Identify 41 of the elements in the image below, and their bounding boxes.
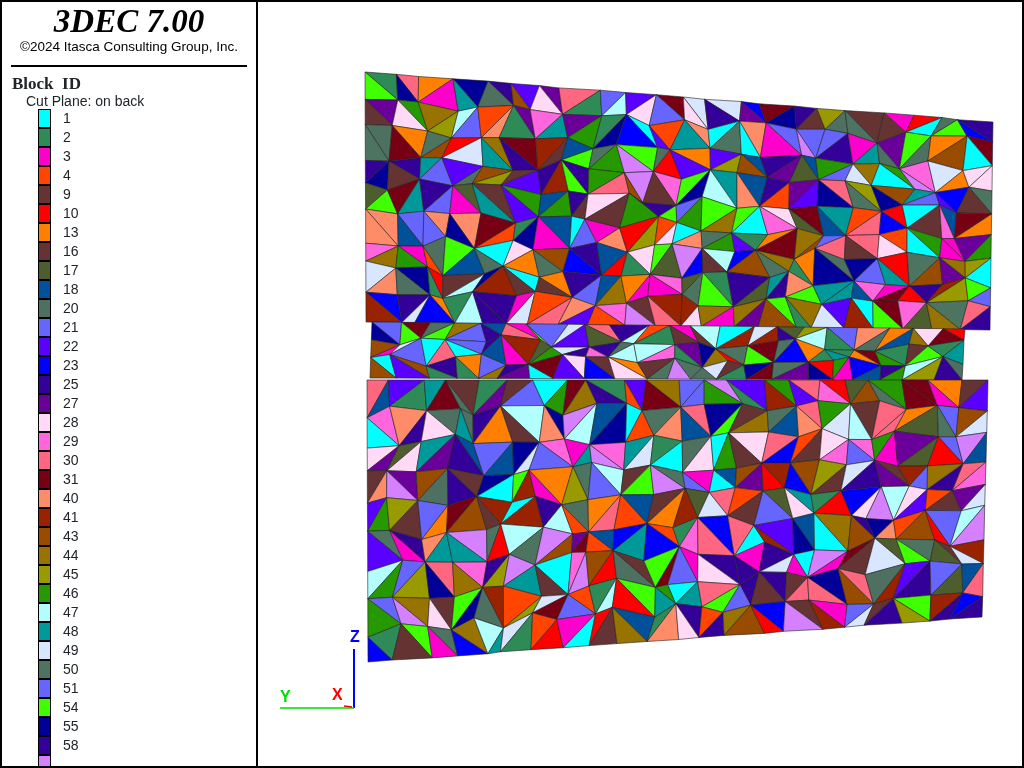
legend-label: 10 — [63, 204, 79, 223]
legend-label: 41 — [63, 508, 79, 527]
y-axis-label: Y — [280, 688, 291, 705]
legend-label: 18 — [63, 280, 79, 299]
copyright-text: ©2024 Itasca Consulting Group, Inc. — [19, 39, 239, 55]
legend-label: 51 — [63, 679, 79, 698]
x-axis-label: X — [332, 686, 343, 703]
legend-label: 54 — [63, 698, 79, 717]
legend-label: 58 — [63, 736, 79, 755]
legend-label: 23 — [63, 356, 79, 375]
legend-label: 50 — [63, 660, 79, 679]
legend-label: 45 — [63, 565, 79, 584]
legend-label: 2 — [63, 128, 71, 147]
legend-label: 40 — [63, 489, 79, 508]
legend-label: 46 — [63, 584, 79, 603]
legend-label: 16 — [63, 242, 79, 261]
legend-label: 1 — [63, 109, 71, 128]
legend-label: 31 — [63, 470, 79, 489]
legend-label: 48 — [63, 622, 79, 641]
legend-label: 9 — [63, 185, 71, 204]
legend-label: 22 — [63, 337, 79, 356]
legend-label: 4 — [63, 166, 71, 185]
legend-label: 43 — [63, 527, 79, 546]
legend-title: Block ID — [12, 75, 82, 93]
legend-label: 17 — [63, 261, 79, 280]
legend-label: 28 — [63, 413, 79, 432]
legend-label: 20 — [63, 299, 79, 318]
legend-label: 13 — [63, 223, 79, 242]
legend-label: 30 — [63, 451, 79, 470]
legend-label: 47 — [63, 603, 79, 622]
z-axis-label: Z — [350, 628, 360, 645]
legend-label: 49 — [63, 641, 79, 660]
legend-label: 25 — [63, 375, 79, 394]
legend-label: 3 — [63, 147, 71, 166]
legend-label: 55 — [63, 717, 79, 736]
legend-label: 27 — [63, 394, 79, 413]
legend-subtitle: Cut Plane: on back — [26, 93, 146, 109]
app-title: 3DEC 7.00 — [52, 3, 206, 39]
legend-label: 29 — [63, 432, 79, 451]
legend-label: 21 — [63, 318, 79, 337]
legend-label: 44 — [63, 546, 79, 565]
